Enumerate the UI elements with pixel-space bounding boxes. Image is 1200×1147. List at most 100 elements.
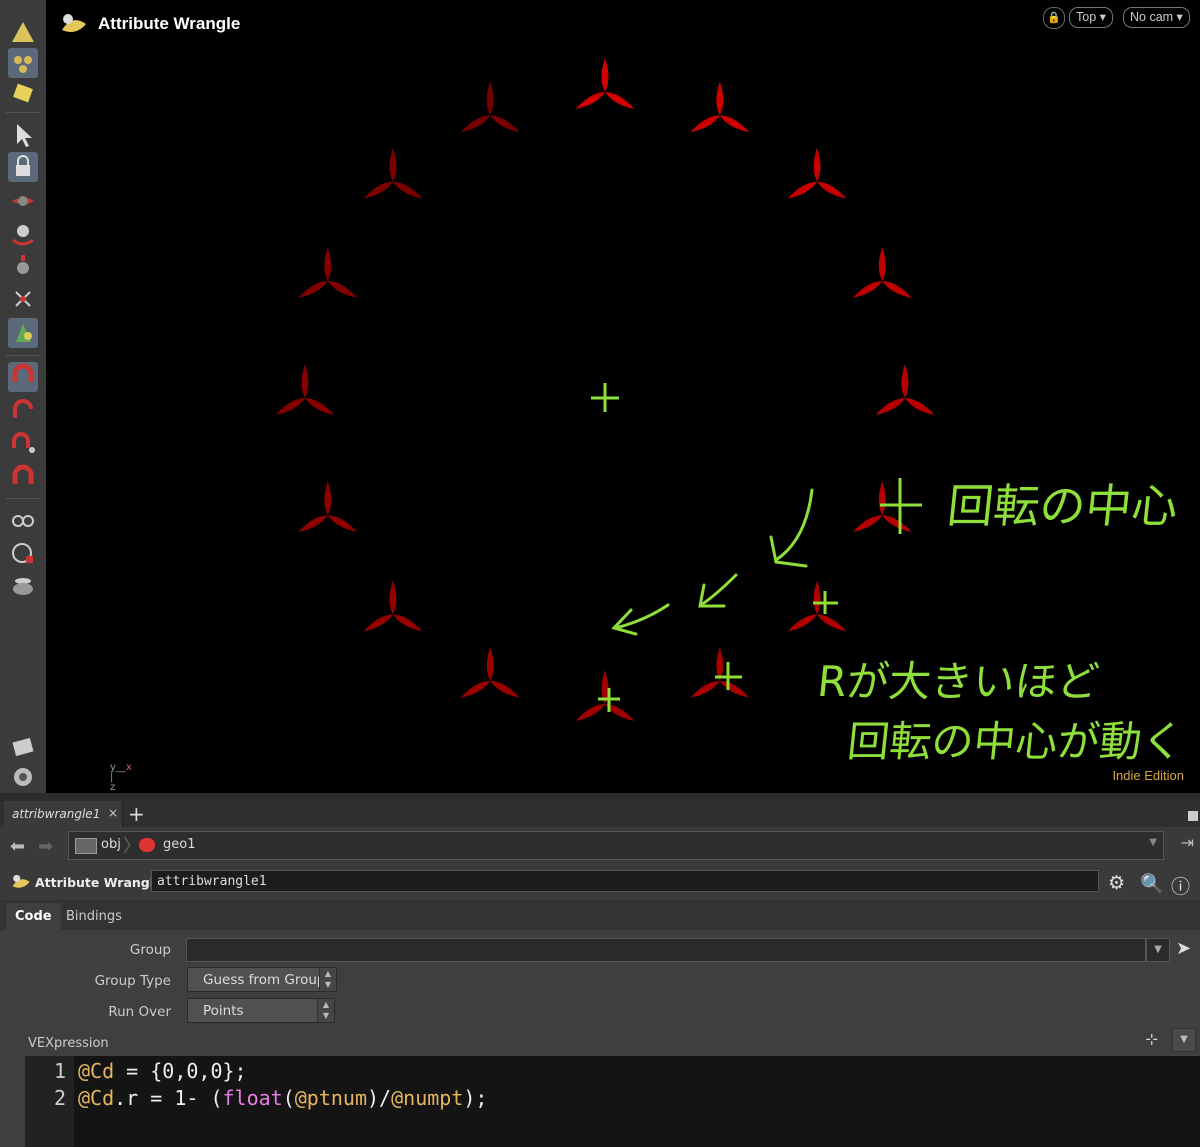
rotate-tool-icon[interactable] [8,220,38,250]
axis-x: x [125,762,132,773]
spinner-icon: ▲ ▼ [317,999,334,1022]
breadcrumb-geo[interactable]: geo1 [163,837,195,852]
parameter-tabs: Code Bindings [0,900,1200,930]
group-field[interactable] [186,938,1146,962]
forward-arrow-icon[interactable]: ➡ [38,836,53,857]
lock-tool-icon[interactable] [8,152,38,182]
annotation-label-line2: 回転の中心が動く [845,717,1187,766]
snap-grid-icon[interactable] [8,462,38,492]
point-marker [575,670,635,721]
run-over-menu[interactable]: Points ▲ ▼ [187,998,335,1023]
shelf-tool-icon[interactable] [8,18,38,48]
pin-icon[interactable]: ⇥ [1181,833,1194,852]
scale-tool-icon[interactable] [8,252,38,282]
breadcrumb: obj 〉 geo1 ▼ [68,831,1164,860]
display-options-icon[interactable] [8,732,38,762]
point-marker [460,81,520,133]
lock-icon[interactable]: 🔒 [1043,7,1065,29]
camera-menu-button[interactable]: No cam ▾ [1123,7,1190,28]
node-name-field[interactable]: attribwrangle1 [151,870,1099,892]
line-gutter: 1 2 [25,1056,74,1147]
background-icon[interactable] [8,762,38,792]
pane-divider[interactable] [0,793,1200,801]
line-number: 1 [53,1059,66,1083]
group-type-menu[interactable]: Guess from Group ▲ ▼ [187,967,337,992]
breadcrumb-obj[interactable]: obj [101,837,121,852]
axis-z: z [110,782,116,793]
snap-curve-icon[interactable] [8,396,38,426]
point-marker [690,81,750,133]
point-marker [298,481,358,533]
back-arrow-icon[interactable]: ⬅ [10,836,25,857]
node-type-label: Attribute Wrangle [35,875,163,890]
group-label: Group [129,942,171,958]
point-marker [363,580,423,632]
point-marker [298,246,358,298]
node-header: Attribute Wrangle attribwrangle1 ⚙ 🔍 ⓘ [0,866,1200,898]
point-marker [275,364,335,415]
select-arrow-icon[interactable]: ➤ [1176,938,1191,959]
link-tool-icon[interactable] [8,506,38,536]
run-over-value: Points [203,1003,244,1019]
code-line: @Cd = {0,0,0}; [78,1059,247,1083]
tool-shelf [0,0,47,797]
annotation-label-line1: Rが大きいほど [815,657,1102,706]
wrangle-node-icon [12,874,30,888]
wrangle-node-icon [62,14,86,32]
tab-label: attribwrangle1 [12,807,101,821]
spinner-icon: ▲ ▼ [319,968,336,991]
add-tab-button[interactable]: + [128,802,145,826]
search-icon[interactable]: 🔍 [1140,872,1164,895]
obj-network-icon [75,838,97,854]
annotation-arrows [611,488,814,636]
tab-bindings[interactable]: Bindings [57,903,131,930]
maximize-icon[interactable] [1188,811,1198,821]
chevron-down-icon[interactable]: ▼ [1146,938,1170,962]
render-tool-icon[interactable] [8,572,38,602]
tab-code[interactable]: Code [6,903,61,930]
group-type-label: Group Type [94,973,171,989]
point-marker [852,481,912,533]
code-line: @Cd.r = 1- (float(@ptnum)/@numpt); [78,1086,488,1110]
point-marker [787,147,847,199]
geo-icon [139,838,155,852]
gear-icon[interactable]: ⚙ [1108,872,1125,894]
group-type-value: Guess from Group [203,972,326,988]
move-tool-icon[interactable] [8,186,38,216]
snap-magnet-icon[interactable] [8,362,38,392]
annotation-label-center: 回転の中心 [944,479,1181,533]
point-marker [363,147,423,199]
edition-label: Indie Edition [1112,768,1184,783]
axis-indicator: y__x | z [110,762,132,793]
run-over-label: Run Over [108,1004,171,1020]
point-marker [690,646,750,698]
chevron-down-icon[interactable]: ▼ [1149,837,1157,848]
handle-tool-icon[interactable] [8,284,38,314]
vex-code-editor[interactable]: 1 2 @Cd = {0,0,0}; @Cd.r = 1- (float(@pt… [25,1056,1200,1147]
code-snippets-icon[interactable]: ⊹ [1145,1030,1158,1048]
path-bar: ⬅ ➡ obj 〉 geo1 ▼ ⇥ [0,827,1200,864]
camera-menu-label: No cam [1130,10,1174,24]
chevron-down-icon[interactable]: ▼ [1172,1028,1196,1052]
point-marker [875,364,935,415]
axis-y: y [110,762,116,773]
object-cube-icon[interactable] [8,78,38,108]
scene-view-icon[interactable] [8,48,38,78]
view-menu-label: Top [1076,10,1097,24]
parameter-panel: Group ▼ ➤ Group Type Guess from Group ▲ ▼… [0,930,1200,1147]
point-marker [787,580,847,632]
vexpression-label: VEXpression [28,1036,109,1051]
camera-tool-icon[interactable] [8,538,38,568]
pose-tool-icon[interactable] [8,318,38,348]
close-icon[interactable]: × [108,806,118,820]
point-marker [575,58,635,109]
tab-attribwrangle1[interactable]: attribwrangle1 × [4,801,123,827]
point-marker [460,646,520,698]
scene-viewport[interactable]: Attribute Wrangle 🔒 Top ▾ No cam ▾ y__x |… [46,0,1200,793]
info-icon[interactable]: ⓘ [1171,872,1190,899]
select-arrow-icon[interactable] [8,120,38,150]
viewport-title: Attribute Wrangle [98,14,241,33]
snap-point-icon[interactable] [8,428,38,458]
point-marker [852,246,912,298]
view-menu-button[interactable]: Top ▾ [1069,7,1113,28]
